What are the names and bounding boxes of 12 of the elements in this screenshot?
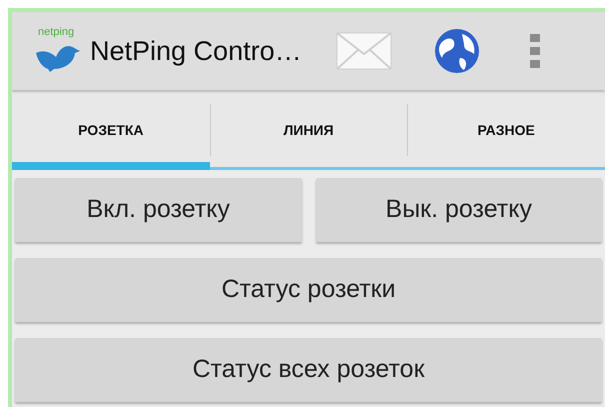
- action-button[interactable]: Вкл. розетку: [15, 178, 302, 242]
- logo-text: netping: [38, 27, 74, 38]
- app-title: NetPing Contro…: [90, 34, 302, 68]
- mail-icon[interactable]: [336, 32, 392, 70]
- action-button[interactable]: Статус розетки: [15, 258, 602, 322]
- globe-icon[interactable]: [434, 28, 480, 74]
- tab[interactable]: РАЗНОЕ: [407, 90, 605, 170]
- overflow-menu-icon[interactable]: [530, 34, 540, 68]
- action-button[interactable]: Вык. розетку: [316, 178, 602, 242]
- tab[interactable]: ЛИНИЯ: [210, 90, 408, 170]
- tab[interactable]: РОЗЕТКА: [12, 90, 210, 170]
- action-button[interactable]: Статус всех розеток: [15, 338, 602, 402]
